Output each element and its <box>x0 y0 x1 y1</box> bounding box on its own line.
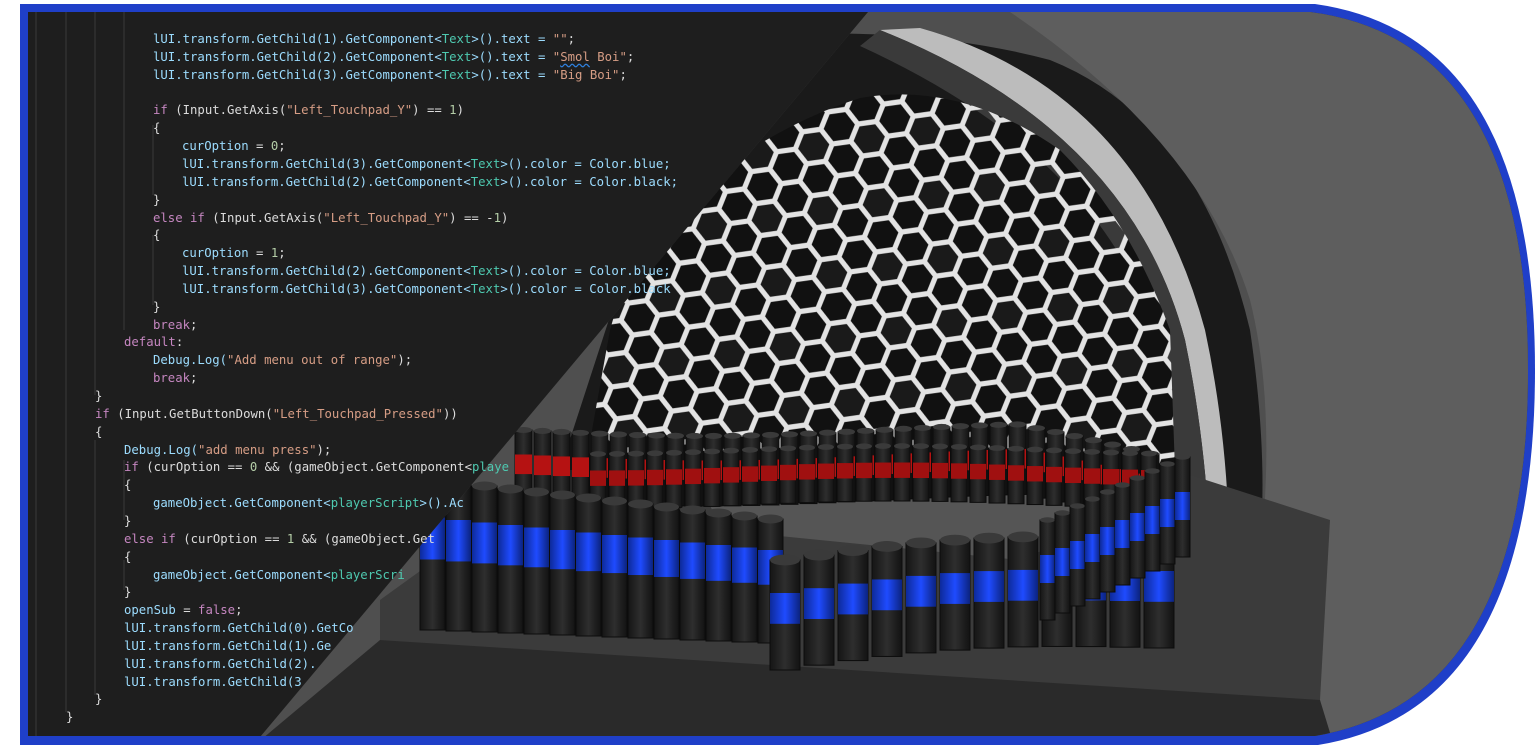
collage-artwork <box>20 4 1535 745</box>
